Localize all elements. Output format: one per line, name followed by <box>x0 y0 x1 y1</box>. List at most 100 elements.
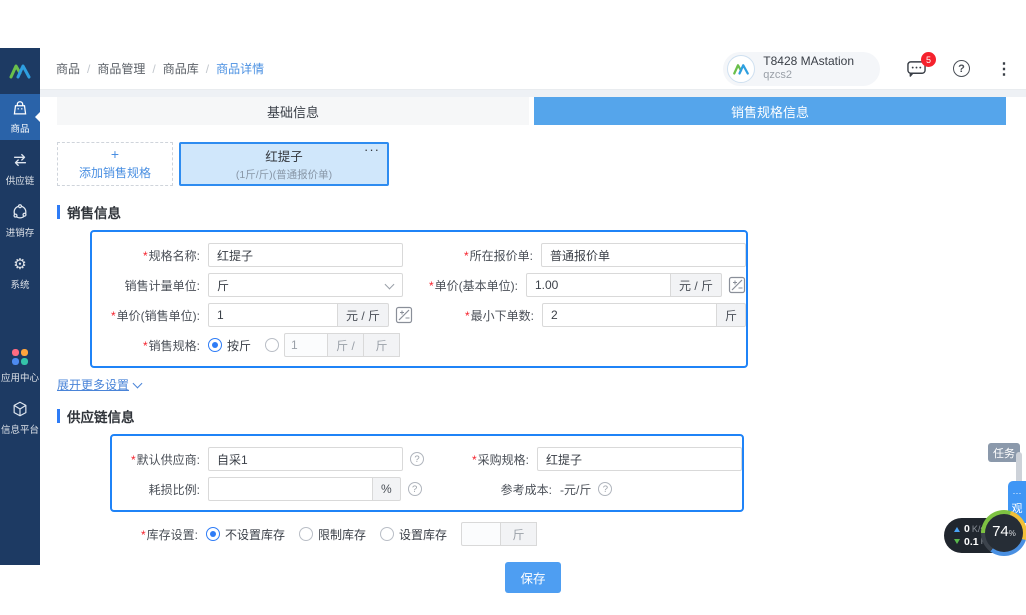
breadcrumb: 商品 / 商品管理 / 商品库 / 商品详情 <box>56 60 264 77</box>
radio-set-stock-label: 设置库存 <box>399 527 448 542</box>
user-account: qzcs2 <box>763 69 793 82</box>
topbar-right: T8428 MAstation qzcs2 5 ? ⋮ <box>723 51 1012 86</box>
default-supplier-input[interactable] <box>208 447 403 471</box>
radio-by-jin[interactable] <box>208 338 222 352</box>
base-unit-price-label: *单价(基本单位): <box>428 278 518 293</box>
shopping-bag-icon <box>11 99 29 117</box>
sale-unit-value: 斤 <box>217 278 230 293</box>
spec-name-label: *规格名称: <box>142 248 200 263</box>
spec-card-selected[interactable]: ··· 红提子 (1斤/斤)(普通报价单) <box>179 142 389 186</box>
radio-limit-stock[interactable] <box>299 527 314 541</box>
breadcrumb-separator: / <box>205 61 210 76</box>
question-circle-icon[interactable]: ? <box>407 482 422 496</box>
section-title-bar <box>57 409 60 423</box>
stock-quantity-input[interactable] <box>461 522 502 546</box>
reference-cost-value: -元/斤 <box>560 482 592 497</box>
messages-button[interactable]: 5 <box>906 52 936 78</box>
sales-info-panel: *规格名称: *所在报价单: 销售计量单位: 斤 *单价(基本单位 <box>90 230 748 368</box>
spec-cards-row: + 添加销售规格 ··· 红提子 (1斤/斤)(普通报价单) <box>57 142 1026 186</box>
sidebar-bottom-pad <box>0 447 40 565</box>
radio-by-jin-label: 按斤 <box>227 338 252 353</box>
section-title-bar <box>57 205 60 219</box>
gear-icon: ⚙ <box>13 255 27 273</box>
default-supplier-label: *默认供应商: <box>130 452 200 467</box>
form-row: 耗损比例: % ? 参考成本: -元/斤 ? <box>112 474 742 504</box>
question-circle-icon[interactable]: ? <box>598 482 613 496</box>
save-row: 保存 <box>40 562 1026 593</box>
sale-unit-label: 销售计量单位: <box>124 278 200 293</box>
stock-unit-suffix: 斤 <box>501 522 538 546</box>
sale-unit-select[interactable]: 斤 <box>208 273 403 297</box>
radio-no-stock[interactable] <box>206 527 220 541</box>
sidebar-item-label: 供应链 <box>5 176 35 187</box>
calculator-icon[interactable] <box>395 306 413 324</box>
download-speed-value: 0.1 <box>964 535 979 548</box>
usage-gauge[interactable]: 74 % <box>981 510 1026 556</box>
upload-speed-value: 0 <box>964 523 970 535</box>
tab-sales-spec-info[interactable]: 销售规格信息 <box>534 97 1006 125</box>
tab-bar: 基础信息 销售规格信息 <box>57 97 1006 125</box>
radio-limit-stock-label: 限制库存 <box>318 527 367 542</box>
spec-card-subtitle: (1斤/斤)(普通报价单) <box>235 169 333 181</box>
sidebar-item-system[interactable]: ⚙ 系统 <box>0 250 40 296</box>
app-logo-icon <box>0 48 40 94</box>
breadcrumb-item[interactable]: 商品管理 <box>97 60 145 77</box>
question-circle-icon[interactable]: ? <box>410 452 424 466</box>
base-unit-price-input[interactable] <box>525 273 671 297</box>
purchase-spec-input[interactable] <box>537 447 742 471</box>
download-arrow-icon <box>954 538 960 547</box>
chevron-down-icon <box>384 279 395 290</box>
supply-section-title: 供应链信息 <box>57 406 1026 426</box>
card-menu-icon[interactable]: ··· <box>364 142 380 157</box>
radio-custom-spec[interactable] <box>265 338 280 352</box>
sidebar-item-supply-chain[interactable]: 供应链 <box>0 146 40 192</box>
cube-icon <box>11 400 29 418</box>
custom-spec-input[interactable] <box>284 333 329 357</box>
form-row: *单价(销售单位): 元 / 斤 *最小下单数: <box>92 300 746 330</box>
sidebar-item-label: 信息平台 <box>1 425 39 436</box>
app-window: 商品 供应链 进销存 ⚙ 系统 应用中心 信息平台 商品 / 商品管理 / 商品… <box>0 48 1026 593</box>
sidebar-item-info-platform[interactable]: 信息平台 <box>0 395 40 441</box>
base-unit-price-suffix: 元 / 斤 <box>670 273 722 297</box>
breadcrumb-item[interactable]: 商品 <box>56 60 80 77</box>
sales-section-title: 销售信息 <box>57 202 1026 222</box>
sidebar-item-label: 应用中心 <box>1 373 39 384</box>
quote-sheet-label: *所在报价单: <box>463 248 533 263</box>
notification-badge: 5 <box>921 52 936 67</box>
exchange-arrows-icon <box>11 151 29 169</box>
stock-setting-row: *库存设置: 不设置库存 限制库存 设置库存 斤 <box>110 520 1026 548</box>
add-sales-spec-button[interactable]: + 添加销售规格 <box>57 142 173 186</box>
tab-basic-info[interactable]: 基础信息 <box>57 97 529 125</box>
sidebar-item-app-center[interactable]: 应用中心 <box>0 343 40 389</box>
loss-ratio-label: 耗损比例: <box>148 482 200 497</box>
sidebar-item-label: 系统 <box>10 280 30 291</box>
upload-arrow-icon <box>954 524 960 532</box>
more-options-button[interactable]: ⋮ <box>996 59 1012 79</box>
form-row: 销售计量单位: 斤 *单价(基本单位): 元 / 斤 <box>92 270 746 300</box>
save-button[interactable]: 保存 <box>505 562 561 593</box>
breadcrumb-current: 商品详情 <box>216 62 265 76</box>
spec-name-input[interactable] <box>208 243 403 267</box>
help-button[interactable]: ? <box>953 60 970 77</box>
user-menu[interactable]: T8428 MAstation qzcs2 <box>723 51 880 86</box>
sale-unit-price-input[interactable] <box>208 303 338 327</box>
expand-more-settings-link[interactable]: 展开更多设置 <box>57 376 143 393</box>
main-content: 基础信息 销售规格信息 + 添加销售规格 ··· 红提子 (1斤/斤)(普通报价… <box>40 90 1026 593</box>
sidebar-item-goods[interactable]: 商品 <box>0 94 40 140</box>
top-bar: 商品 / 商品管理 / 商品库 / 商品详情 T8428 MAstation q… <box>40 48 1026 90</box>
min-order-suffix: 斤 <box>716 303 746 327</box>
radio-set-stock[interactable] <box>380 527 395 541</box>
calculator-icon[interactable] <box>728 276 746 294</box>
plus-icon: + <box>110 146 120 162</box>
sale-unit-price-label: *单价(销售单位): <box>111 308 200 323</box>
reference-cost-label: 参考成本: <box>500 482 552 497</box>
quote-sheet-input[interactable] <box>541 243 746 267</box>
loss-ratio-input[interactable] <box>208 477 373 501</box>
min-order-input[interactable] <box>541 303 717 327</box>
spec-card-title: 红提子 <box>265 150 303 164</box>
sidebar-item-inventory[interactable]: 进销存 <box>0 198 40 244</box>
kebab-menu-icon: ⋮ <box>996 60 1012 78</box>
breadcrumb-item[interactable]: 商品库 <box>163 60 199 77</box>
supply-chain-panel: *默认供应商: ? *采购规格: 耗损比例: % ? <box>110 434 744 512</box>
